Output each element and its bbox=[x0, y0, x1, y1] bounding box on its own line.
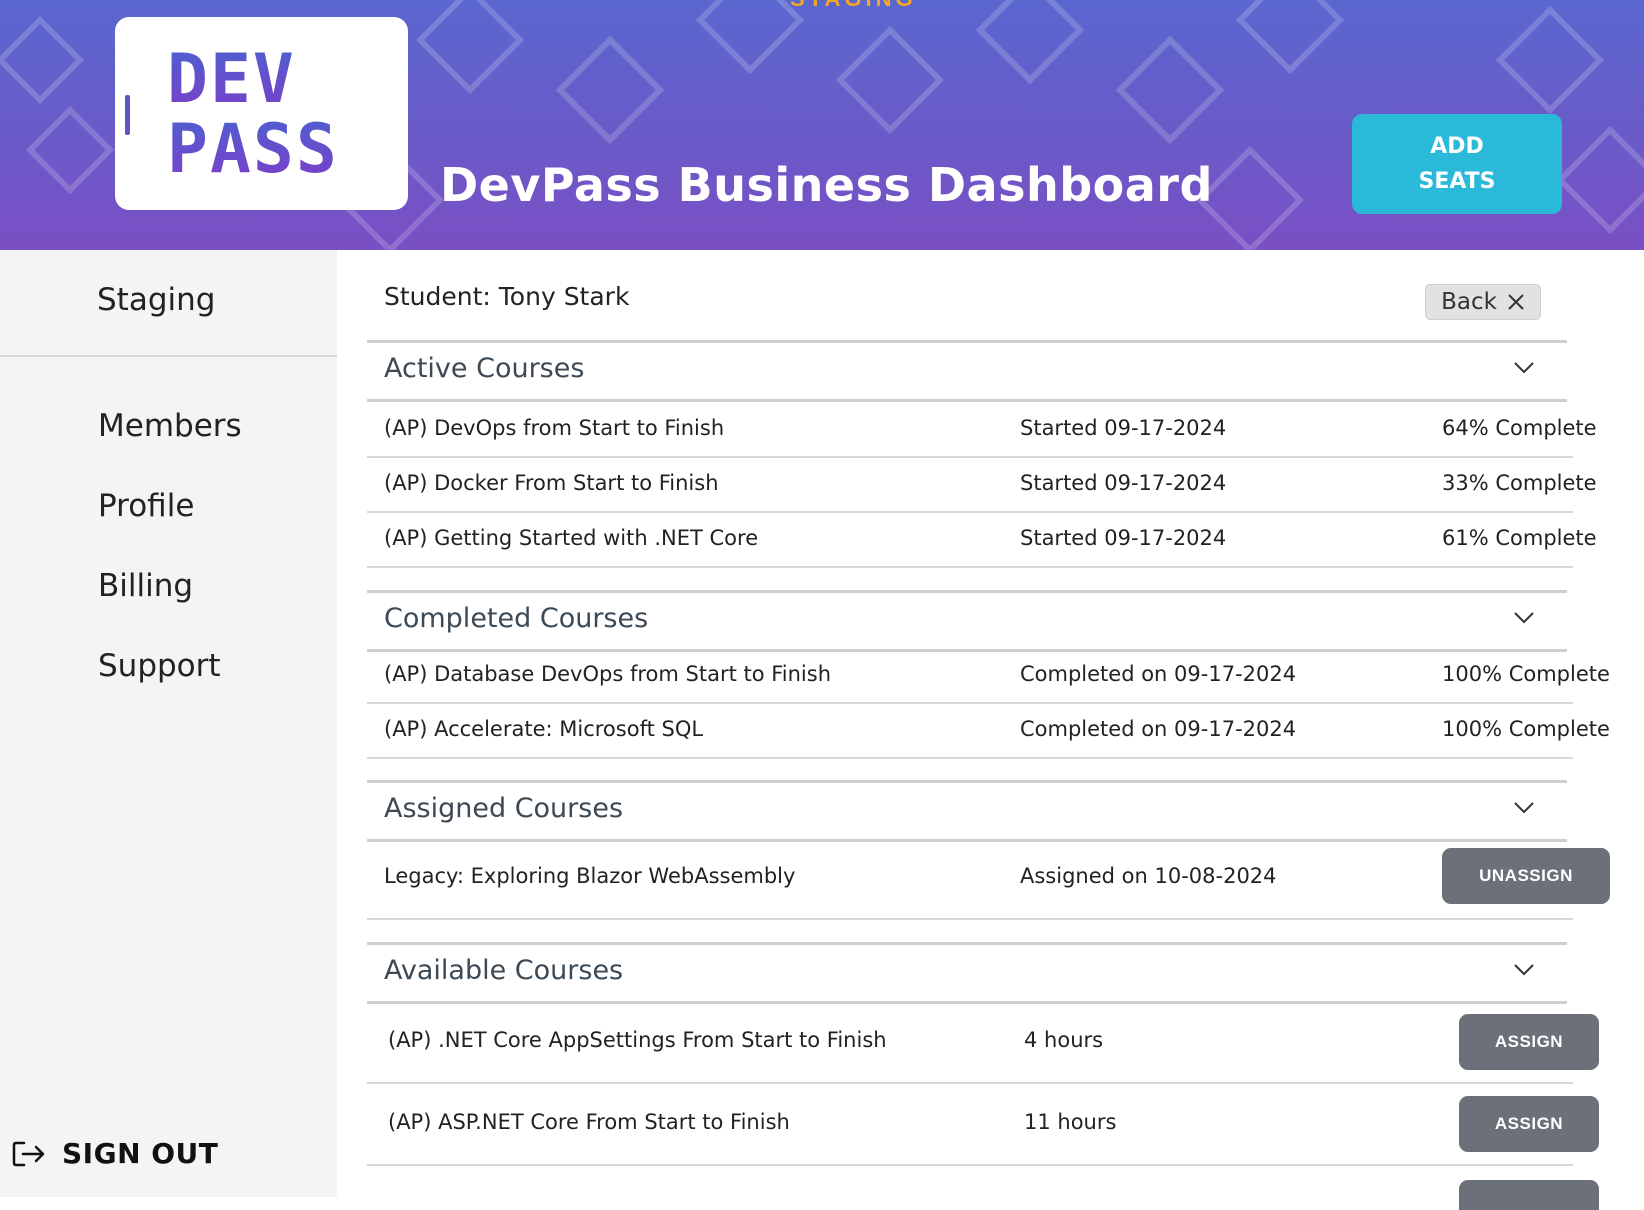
logo-text-pass: PASS bbox=[167, 110, 339, 189]
back-button[interactable]: Back bbox=[1425, 284, 1541, 320]
table-row: (AP) Docker From Start to Finish Started… bbox=[367, 457, 1597, 513]
course-name: (AP) ASP.NET Core From Start to Finish bbox=[388, 1110, 790, 1134]
chevron-down-icon[interactable] bbox=[1513, 963, 1535, 977]
course-name: (AP) DevOps from Start to Finish bbox=[384, 416, 725, 440]
table-row: (AP) DevOps from Start to Finish Started… bbox=[367, 402, 1597, 458]
sidebar: Staging Members Profile Billing Support … bbox=[0, 250, 337, 1197]
chevron-down-icon[interactable] bbox=[1513, 801, 1535, 815]
course-duration: 11 hours bbox=[1024, 1110, 1117, 1134]
app-title: DevPass Business Dashboard bbox=[440, 158, 1213, 212]
assign-button[interactable]: ASSIGN bbox=[1459, 1096, 1599, 1152]
section-title: Active Courses bbox=[384, 353, 585, 384]
course-progress: 64% Complete bbox=[1442, 416, 1597, 440]
main-content: Student: Tony Stark Back Active Courses … bbox=[337, 250, 1644, 1210]
close-icon bbox=[1508, 294, 1524, 310]
sidebar-item-members[interactable]: Members bbox=[98, 408, 242, 444]
unassign-button[interactable]: UNASSIGN bbox=[1442, 848, 1610, 904]
table-row: (AP) Getting Started with .NET Core Star… bbox=[367, 512, 1597, 568]
sign-out-label: SIGN OUT bbox=[62, 1137, 219, 1170]
course-status: Started 09-17-2024 bbox=[1020, 471, 1227, 495]
course-status: Completed on 09-17-2024 bbox=[1020, 717, 1297, 741]
section-available-courses[interactable]: Available Courses bbox=[367, 942, 1567, 1004]
course-status: Started 09-17-2024 bbox=[1020, 416, 1227, 440]
section-title: Completed Courses bbox=[384, 603, 649, 634]
table-row: (AP) .NET Core AppSettings From Start to… bbox=[367, 1002, 1599, 1084]
table-row: (AP) Accelerate: Microsoft SQL Completed… bbox=[367, 703, 1610, 759]
course-name: Legacy: Exploring Blazor WebAssembly bbox=[384, 864, 796, 888]
course-name: (AP) Docker From Start to Finish bbox=[384, 471, 719, 495]
back-label: Back bbox=[1441, 289, 1497, 315]
sign-out-icon bbox=[12, 1141, 45, 1166]
logo-text-dev: DEV bbox=[167, 40, 296, 119]
table-row: (AP) ASP.NET Core From Start to Finish 1… bbox=[367, 1084, 1599, 1166]
sidebar-divider bbox=[0, 355, 337, 357]
chevron-down-icon[interactable] bbox=[1513, 361, 1535, 375]
course-name: (AP) Getting Started with .NET Core bbox=[384, 526, 759, 550]
student-title: Student: Tony Stark bbox=[384, 282, 630, 311]
chevron-down-icon[interactable] bbox=[1513, 611, 1535, 625]
sidebar-item-billing[interactable]: Billing bbox=[98, 568, 193, 604]
assign-button-partial[interactable] bbox=[1459, 1180, 1599, 1210]
app-header: STAGING DEV PASS DevPass Business Dashbo… bbox=[0, 0, 1644, 250]
section-active-courses[interactable]: Active Courses bbox=[367, 340, 1567, 402]
table-row: (AP) Database DevOps from Start to Finis… bbox=[367, 648, 1610, 704]
course-progress: 61% Complete bbox=[1442, 526, 1597, 550]
devpass-logo[interactable]: DEV PASS bbox=[115, 17, 408, 210]
sidebar-environment-label: Staging bbox=[97, 282, 216, 318]
sidebar-item-profile[interactable]: Profile bbox=[98, 488, 194, 524]
course-name: (AP) .NET Core AppSettings From Start to… bbox=[388, 1028, 887, 1052]
section-assigned-courses[interactable]: Assigned Courses bbox=[367, 780, 1567, 842]
environment-label: STAGING bbox=[790, 0, 917, 12]
course-name: (AP) Database DevOps from Start to Finis… bbox=[384, 662, 832, 686]
course-progress: 33% Complete bbox=[1442, 471, 1597, 495]
course-duration: 4 hours bbox=[1024, 1028, 1104, 1052]
table-row: Legacy: Exploring Blazor WebAssembly Ass… bbox=[367, 838, 1610, 920]
section-title: Available Courses bbox=[384, 955, 624, 986]
course-status: Completed on 09-17-2024 bbox=[1020, 662, 1297, 686]
logo-accent-bar bbox=[125, 95, 130, 135]
section-completed-courses[interactable]: Completed Courses bbox=[367, 590, 1567, 652]
course-progress: 100% Complete bbox=[1442, 662, 1610, 686]
section-title: Assigned Courses bbox=[384, 793, 624, 824]
course-status: Assigned on 10-08-2024 bbox=[1020, 864, 1277, 888]
assign-button[interactable]: ASSIGN bbox=[1459, 1014, 1599, 1070]
sidebar-item-support[interactable]: Support bbox=[98, 648, 221, 684]
course-name: (AP) Accelerate: Microsoft SQL bbox=[384, 717, 704, 741]
course-progress: 100% Complete bbox=[1442, 717, 1610, 741]
sign-out-button[interactable]: SIGN OUT bbox=[12, 1137, 218, 1170]
add-seats-button[interactable]: ADD SEATS bbox=[1352, 114, 1562, 214]
course-status: Started 09-17-2024 bbox=[1020, 526, 1227, 550]
